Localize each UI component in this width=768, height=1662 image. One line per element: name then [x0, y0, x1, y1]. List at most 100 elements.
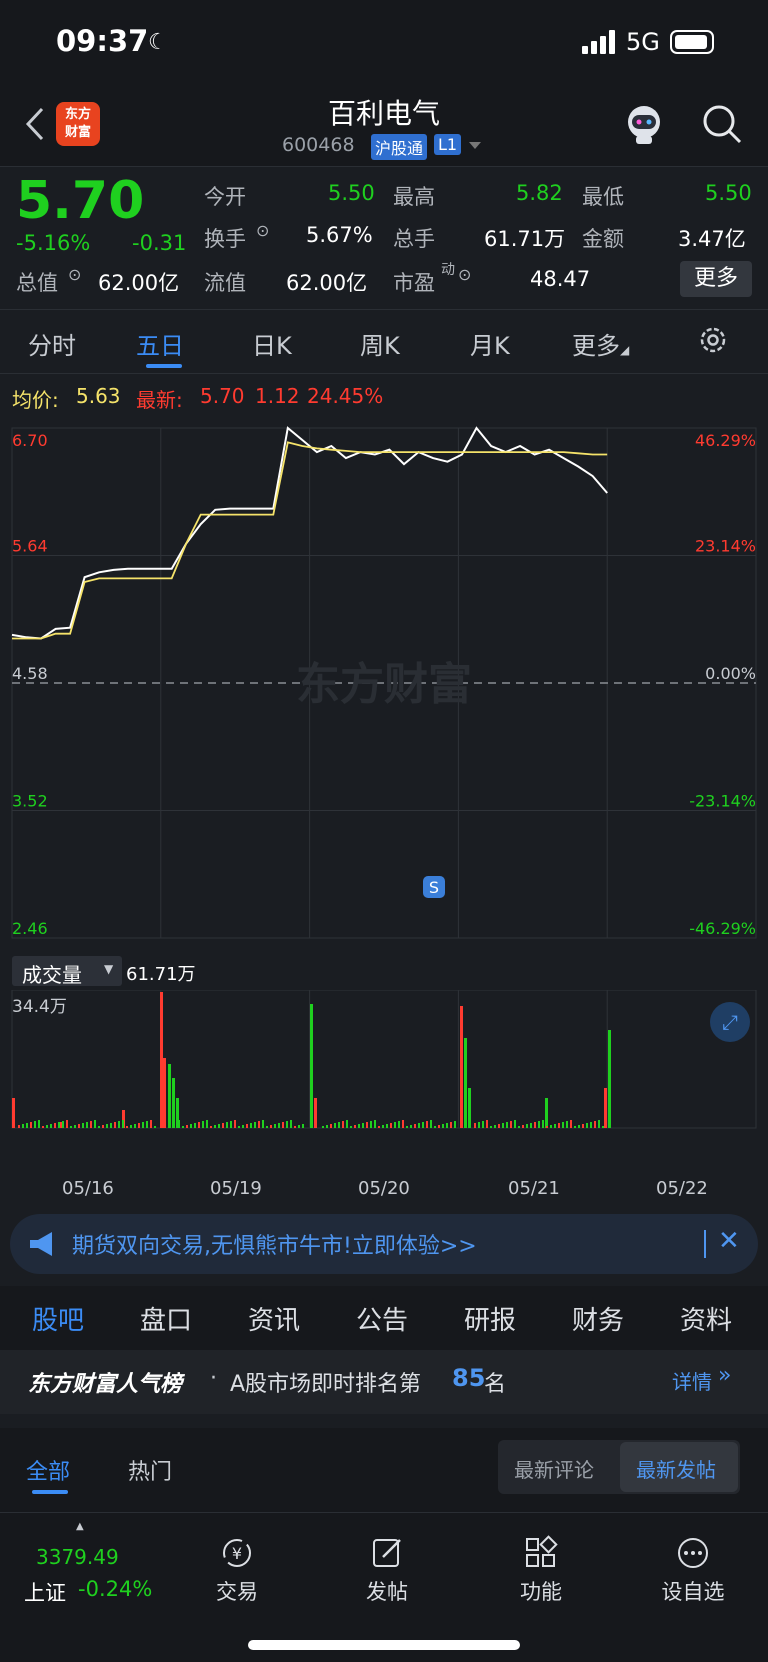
rank-detail-link[interactable]: 详情	[672, 1366, 712, 1395]
volume-bar	[438, 1125, 440, 1128]
turnover-label: 换手	[204, 227, 246, 251]
edit-icon	[373, 1539, 401, 1567]
volume-bar	[114, 1122, 116, 1128]
volume-bar	[502, 1123, 504, 1128]
nav-functions[interactable]: 功能	[496, 1535, 586, 1606]
home-indicator[interactable]	[248, 1640, 520, 1650]
open-value: 5.50	[328, 181, 375, 205]
tab-forum[interactable]: 股吧	[32, 1300, 84, 1337]
index-ticker[interactable]: ▲ 3379.49 上证 -0.24%	[20, 1521, 160, 1605]
more-button[interactable]: 更多	[680, 261, 752, 297]
tab-weekly-k[interactable]: 周K	[360, 326, 400, 361]
rank-brand: 东方财富人气榜	[28, 1372, 183, 1397]
volume-panel: 成交量 ▼ 61.71万 34.4万 ⤢	[0, 954, 768, 1174]
volume-bar	[578, 1125, 580, 1128]
volume-bar	[490, 1126, 492, 1128]
tab-announcements[interactable]: 公告	[356, 1300, 408, 1337]
pe-superscript: 动	[441, 262, 455, 278]
tab-more[interactable]: 更多◢	[572, 326, 629, 361]
tab-monthly-k[interactable]: 月K	[470, 326, 510, 361]
volume-bar	[574, 1126, 576, 1128]
info-icon[interactable]: ⊙	[458, 265, 471, 284]
volume-bar	[382, 1125, 384, 1128]
connect-badge: 沪股通	[371, 134, 428, 160]
volume-bar	[146, 1121, 148, 1128]
volume-bar	[26, 1123, 28, 1128]
date-label: 05/16	[62, 1178, 114, 1199]
high-value: 5.82	[516, 181, 563, 205]
volume-frame	[11, 990, 757, 1129]
volume-bar	[106, 1124, 108, 1128]
volume-bar	[62, 1121, 64, 1128]
tab-intraday[interactable]: 分时	[28, 326, 76, 361]
volume-bar	[168, 1064, 171, 1128]
volume-bar	[142, 1122, 144, 1128]
sort-latest-post[interactable]: 最新发帖	[636, 1454, 716, 1483]
volume-selector[interactable]: 成交量 ▼	[12, 956, 122, 987]
nav-watchlist[interactable]: 设自选	[648, 1535, 738, 1606]
volume-label: 成交量	[22, 963, 82, 987]
network-label: 5G	[626, 28, 660, 56]
popularity-rank[interactable]: 东方财富人气榜 · A股市场即时排名第 85 名 详情 »	[0, 1350, 768, 1414]
chevron-down-icon[interactable]	[469, 142, 481, 149]
volume-bar	[608, 1030, 611, 1128]
tab-orderbook[interactable]: 盘口	[140, 1300, 192, 1337]
search-icon[interactable]	[700, 102, 744, 146]
tab-daily-k[interactable]: 日K	[252, 326, 292, 361]
volume-bar	[250, 1123, 252, 1128]
volume-bar	[286, 1121, 288, 1128]
caret-up-icon: ▲	[76, 1521, 84, 1532]
volume-bar	[378, 1126, 380, 1128]
volume-bar	[398, 1121, 400, 1128]
volume-bar	[290, 1120, 292, 1128]
amount-value: 3.47亿	[678, 227, 746, 251]
volume-bar	[570, 1120, 572, 1128]
filter-all[interactable]: 全部	[26, 1454, 70, 1486]
tab-five-day[interactable]: 五日	[136, 326, 184, 361]
volume-bar	[550, 1125, 552, 1128]
volume-bar	[134, 1124, 136, 1128]
pe-label: 市盈	[393, 271, 435, 295]
tab-profile[interactable]: 资料	[680, 1300, 732, 1337]
volume-bar	[98, 1126, 100, 1128]
date-label: 05/22	[656, 1178, 708, 1199]
volume-bar	[474, 1123, 476, 1128]
expand-icon[interactable]: ⤢	[710, 1002, 750, 1042]
chart-tabs: 分时 五日 日K 周K 月K 更多◢	[0, 310, 768, 374]
volume-bar	[270, 1125, 272, 1128]
volume-bar	[154, 1126, 156, 1128]
info-icon[interactable]: ⊙	[68, 265, 81, 284]
volume-bar	[202, 1121, 204, 1128]
info-icon[interactable]: ⊙	[256, 221, 269, 240]
rank-number: 85	[452, 1364, 486, 1392]
volume-bar	[310, 1004, 313, 1128]
amount-label: 金额	[582, 227, 624, 251]
gear-icon[interactable]	[698, 325, 728, 355]
close-icon[interactable]: ✕	[718, 1226, 740, 1256]
robot-assistant-icon[interactable]	[620, 100, 668, 148]
volume-chart	[11, 990, 757, 1129]
nav-functions-label: 功能	[520, 1580, 562, 1604]
watermark-text: 东方财富	[296, 659, 472, 710]
nav-post[interactable]: 发帖	[342, 1535, 432, 1606]
y-tick-label: 5.64	[12, 537, 48, 556]
tab-news[interactable]: 资讯	[248, 1300, 300, 1337]
tab-financials[interactable]: 财务	[572, 1300, 624, 1337]
volume-bar	[338, 1122, 340, 1128]
promo-banner[interactable]: 期货双向交易,无惧熊市牛市!立即体验>> ✕	[10, 1214, 758, 1274]
filter-underline	[32, 1490, 68, 1494]
sort-toggle: 最新评论 最新发帖	[498, 1440, 740, 1494]
sort-latest-comment[interactable]: 最新评论	[514, 1454, 594, 1483]
filter-hot[interactable]: 热门	[128, 1454, 172, 1486]
index-value: 3379.49	[36, 1545, 119, 1569]
sell-marker[interactable]: S	[423, 876, 445, 898]
price-chart[interactable]: 6.70 46.29% 5.64 23.14% 4.58 0.00% 3.52 -23.14%…	[0, 414, 768, 954]
battery-icon	[670, 30, 714, 54]
tab-research[interactable]: 研报	[464, 1300, 516, 1337]
volume-bar	[78, 1124, 80, 1128]
nav-trade[interactable]: ¥ 交易	[192, 1535, 282, 1606]
volume-bar	[542, 1120, 544, 1128]
volume-label: 总手	[393, 227, 435, 251]
volume-bar	[242, 1125, 244, 1128]
volume-bar	[186, 1125, 188, 1128]
